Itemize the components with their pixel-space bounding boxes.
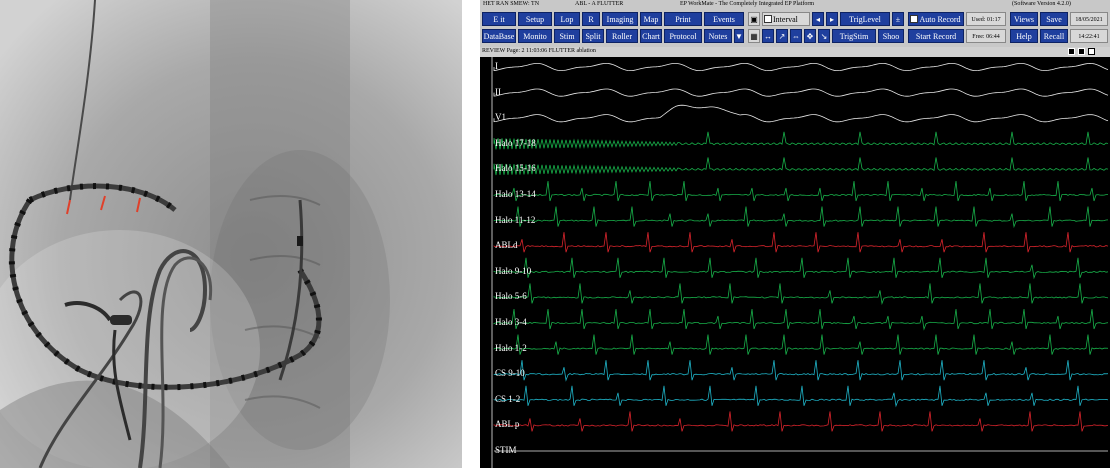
- channel-label: Halo 11-12: [495, 214, 536, 225]
- free-time: Free: 06:44: [966, 29, 1006, 43]
- pointer-icon[interactable]: ↗: [776, 29, 788, 43]
- map-button[interactable]: Map: [640, 12, 662, 26]
- start-record-button[interactable]: Start Record: [908, 29, 964, 43]
- grid-icon[interactable]: ▦: [748, 29, 760, 43]
- channel-label: CS 9-10: [495, 368, 525, 379]
- signal-trace: [493, 283, 1109, 305]
- fluoroscopy-drawing: [0, 0, 462, 468]
- chart-button[interactable]: Chart: [640, 29, 662, 43]
- date-display: 18/05/2021: [1070, 12, 1108, 26]
- diagonal-arrow-icon[interactable]: ↘: [818, 29, 830, 43]
- channel-label: Halo 13-14: [495, 189, 536, 199]
- signal-trace: [493, 411, 1109, 432]
- channel-label: II: [495, 86, 501, 97]
- views-button[interactable]: Views: [1010, 12, 1038, 26]
- fluoroscopy-image: [0, 0, 462, 468]
- ep-workmate-window: HET RAN SMEW: TN ABL - A FLUTTER EP Work…: [480, 0, 1110, 468]
- monitor-button[interactable]: Monito: [518, 29, 552, 43]
- caliper-left-icon[interactable]: ◂: [812, 12, 824, 26]
- compress-icon[interactable]: ⇔: [790, 29, 802, 43]
- signal-trace: [493, 206, 1109, 229]
- caliper-right-icon[interactable]: ▸: [826, 12, 838, 26]
- shoot-button[interactable]: Shoo: [878, 29, 904, 43]
- notes-button[interactable]: Notes: [704, 29, 732, 43]
- product-name: EP WorkMate - The Completely Integrated …: [680, 1, 814, 7]
- channel-label: ABL p: [495, 419, 520, 430]
- time-display: 14:22:41: [1070, 29, 1108, 43]
- interval-checkbox[interactable]: [764, 15, 772, 23]
- move-icon[interactable]: ✥: [804, 29, 816, 43]
- used-time: Used: 01:17: [966, 12, 1006, 26]
- signal-trace: [493, 308, 1109, 331]
- channel-label: CS 1-2: [495, 393, 521, 404]
- review-status-bar: REVIEW Page: 2 11:03:06 FLUTTER ablation: [480, 47, 1110, 57]
- events-button[interactable]: Events: [704, 12, 744, 26]
- software-version: (Software Version 4.2.0): [1012, 1, 1071, 7]
- trigstim-button[interactable]: TrigStim: [832, 29, 876, 43]
- main-toolbar: E it Setup Lop R Imaging Map Print Event…: [480, 9, 1110, 47]
- triglevel-adjust-icon[interactable]: ±: [892, 12, 904, 26]
- channel-label: Halo 1-2: [495, 342, 527, 353]
- display-mode-icon[interactable]: ▣: [748, 12, 760, 26]
- layout-icon-3[interactable]: [1088, 48, 1095, 55]
- auto-record-checkbox[interactable]: [910, 15, 918, 23]
- signal-trace: [493, 62, 1109, 71]
- triglevel-button[interactable]: TrigLevel: [840, 12, 890, 26]
- layout-icon-2[interactable]: [1078, 48, 1085, 55]
- signal-trace: [493, 385, 1109, 408]
- channel-label: I: [495, 61, 498, 71]
- stim-button[interactable]: Stim: [554, 29, 580, 43]
- signal-trace: [493, 360, 1109, 382]
- channel-label: STIM: [495, 445, 517, 455]
- title-bar: HET RAN SMEW: TN ABL - A FLUTTER EP Work…: [480, 0, 1110, 9]
- recall-button[interactable]: Recall: [1040, 29, 1068, 43]
- case-name: ABL - A FLUTTER: [575, 1, 624, 7]
- split-button[interactable]: Split: [582, 29, 604, 43]
- channel-label: Halo 15-16: [495, 163, 536, 174]
- help-button[interactable]: Help: [1010, 29, 1038, 43]
- protocol-button[interactable]: Protocol: [664, 29, 702, 43]
- interval-label: Interval: [773, 15, 798, 24]
- imaging-button[interactable]: Imaging: [602, 12, 638, 26]
- signal-trace: [493, 180, 1108, 202]
- roller-button[interactable]: Roller: [606, 29, 638, 43]
- signal-trace: [493, 334, 1109, 355]
- exit-button[interactable]: E it: [482, 12, 516, 26]
- setup-button[interactable]: Setup: [518, 12, 552, 26]
- layout-icon-1[interactable]: [1068, 48, 1075, 55]
- review-info: REVIEW Page: 2 11:03:06 FLUTTER ablation: [482, 48, 596, 54]
- channel-label: Halo 5-6: [495, 291, 527, 302]
- channel-label: Halo 3-4: [495, 317, 527, 327]
- signal-trace: [493, 104, 1109, 123]
- print-button[interactable]: Print: [664, 12, 702, 26]
- loop-button[interactable]: Lop: [554, 12, 580, 26]
- patient-name: HET RAN SMEW: TN: [483, 1, 540, 7]
- expand-horizontal-icon[interactable]: ↔: [762, 29, 774, 43]
- save-button[interactable]: Save: [1040, 12, 1068, 26]
- channel-label: Halo 17-18: [495, 137, 536, 148]
- notes-down-arrow-icon[interactable]: ▼: [734, 29, 744, 43]
- channel-label: V1: [495, 112, 506, 123]
- signal-trace: [493, 157, 1109, 176]
- signal-tracing-area: I II V1 Halo 17-18 Halo 15-16 Halo 13-14 Halo …: [480, 57, 1110, 468]
- signal-trace: [493, 232, 1109, 253]
- channel-label: Halo 9-10: [495, 265, 532, 276]
- r-button[interactable]: R: [582, 12, 600, 26]
- ecg-traces: [491, 57, 1109, 468]
- signal-trace: [493, 88, 1109, 97]
- signal-trace: [493, 131, 1109, 150]
- signal-trace: [493, 257, 1109, 280]
- database-button[interactable]: DataBase: [482, 29, 516, 43]
- channel-label: ABLd: [495, 240, 518, 251]
